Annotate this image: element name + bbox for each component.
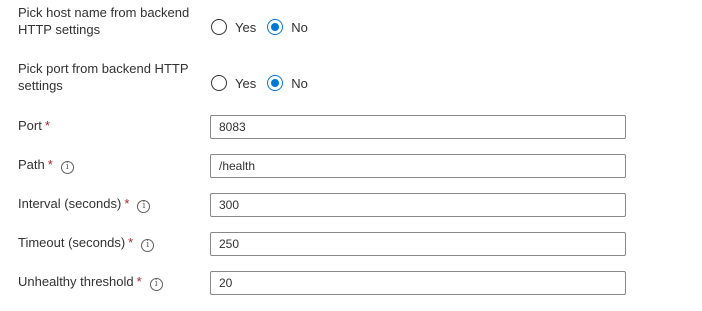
unhealthy-threshold-input[interactable]: 20	[210, 271, 626, 295]
timeout-input[interactable]: 250	[210, 232, 626, 256]
pick-port-radio-group: Yes No	[211, 75, 319, 91]
port-label: Port *	[18, 117, 198, 134]
pick-port-no-option[interactable]: No	[267, 75, 308, 91]
pick-host-yes-label[interactable]: Yes	[235, 20, 256, 35]
pick-port-yes-option[interactable]: Yes	[211, 75, 256, 91]
required-marker: *	[124, 196, 130, 211]
info-icon[interactable]: i	[60, 161, 74, 174]
radio-checked-icon[interactable]	[267, 75, 284, 91]
pick-host-label: Pick host name from backend HTTP setting…	[18, 5, 190, 37]
required-marker: *	[47, 157, 53, 172]
pick-port-no-label[interactable]: No	[291, 76, 308, 91]
pick-host-no-label[interactable]: No	[291, 20, 308, 35]
interval-input[interactable]: 300	[210, 193, 626, 217]
interval-label: Interval (seconds) * i	[18, 195, 208, 213]
timeout-label-text: Timeout (seconds)	[18, 235, 126, 250]
interval-label-text: Interval (seconds)	[18, 196, 122, 211]
info-icon[interactable]: i	[149, 278, 163, 291]
required-marker: *	[44, 118, 50, 133]
pick-port-yes-label[interactable]: Yes	[235, 76, 256, 91]
required-marker: *	[136, 274, 142, 289]
path-input[interactable]: /health	[210, 154, 626, 178]
path-label-text: Path	[18, 157, 45, 172]
radio-unchecked-icon[interactable]	[211, 19, 227, 35]
pick-host-yes-option[interactable]: Yes	[211, 19, 256, 35]
info-icon[interactable]: i	[137, 200, 151, 213]
info-icon[interactable]: i	[141, 239, 155, 252]
required-marker: *	[128, 235, 134, 250]
pick-host-no-option[interactable]: No	[267, 19, 308, 35]
port-input[interactable]: 8083	[210, 115, 626, 139]
unhealthy-threshold-label-text: Unhealthy threshold	[18, 274, 134, 289]
unhealthy-threshold-label: Unhealthy threshold * i	[18, 273, 208, 291]
pick-host-radio-group: Yes No	[211, 19, 319, 35]
timeout-label: Timeout (seconds) * i	[18, 234, 208, 252]
port-label-text: Port	[18, 118, 42, 133]
path-label: Path * i	[18, 156, 198, 174]
radio-unchecked-icon[interactable]	[211, 75, 227, 91]
radio-checked-icon[interactable]	[267, 19, 284, 35]
pick-port-label: Pick port from backend HTTP settings	[18, 61, 189, 93]
